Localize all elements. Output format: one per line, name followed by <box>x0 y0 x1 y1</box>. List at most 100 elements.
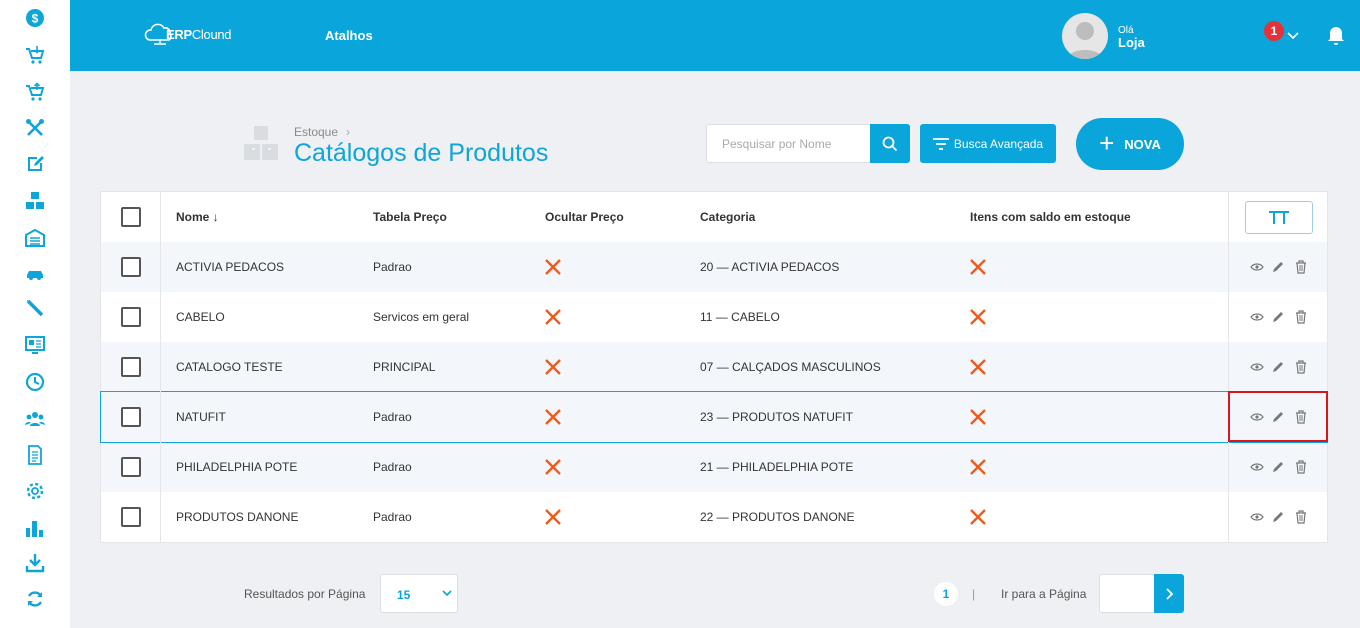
sync-icon[interactable] <box>24 588 46 610</box>
boxes-icon[interactable] <box>24 190 46 212</box>
breadcrumb-item[interactable]: Estoque <box>294 125 338 139</box>
table-header: Nome ↓ Tabela Preço Ocultar Preço Catego… <box>101 192 1327 242</box>
edit-pencil-icon[interactable] <box>1271 360 1285 374</box>
x-mark-icon <box>545 259 561 275</box>
trash-icon[interactable] <box>1294 510 1308 524</box>
header-name[interactable]: Nome ↓ <box>176 210 219 224</box>
x-mark-icon <box>970 509 986 525</box>
row-checkbox[interactable] <box>121 407 141 427</box>
edit-pencil-icon[interactable] <box>1271 260 1285 274</box>
trash-icon[interactable] <box>1294 260 1308 274</box>
page-number-current[interactable]: 1 <box>934 582 958 606</box>
bell-icon[interactable] <box>1326 24 1346 51</box>
avatar[interactable] <box>1062 13 1108 59</box>
view-icon[interactable] <box>1250 360 1264 374</box>
header-price-table[interactable]: Tabela Preço <box>373 210 447 224</box>
tools-icon[interactable] <box>24 117 46 139</box>
clock-icon[interactable] <box>24 371 46 393</box>
search-input[interactable]: Pesquisar por Nome <box>706 124 870 163</box>
edit-pencil-icon[interactable] <box>1271 510 1285 524</box>
x-mark-icon <box>970 359 986 375</box>
column-divider <box>160 192 161 542</box>
search-icon <box>882 136 898 151</box>
search-button[interactable] <box>870 124 910 163</box>
row-checkbox[interactable] <box>121 257 141 277</box>
dollar-icon[interactable]: $ <box>24 7 46 29</box>
trash-icon[interactable] <box>1294 410 1308 424</box>
bar-chart-icon[interactable] <box>24 517 46 539</box>
columns-icon <box>1269 210 1289 224</box>
cart-in-icon[interactable] <box>24 44 46 66</box>
cart-out-icon[interactable] <box>24 81 46 103</box>
download-icon[interactable] <box>24 552 46 574</box>
columns-button[interactable] <box>1245 201 1313 234</box>
cell-name: ACTIVIA PEDACOS <box>176 260 285 274</box>
goto-page-input[interactable] <box>1099 574 1155 613</box>
goto-page-button[interactable] <box>1154 574 1184 613</box>
monitor-icon[interactable] <box>24 334 46 356</box>
results-per-page-select[interactable]: 15 <box>380 574 458 613</box>
results-per-page-value: 15 <box>397 588 411 602</box>
cell-name: NATUFIT <box>176 410 226 424</box>
cell-category: 22 — PRODUTOS DANONE <box>700 510 855 524</box>
x-mark-icon <box>545 509 561 525</box>
header-hide-price[interactable]: Ocultar Preço <box>545 210 624 224</box>
view-icon[interactable] <box>1250 260 1264 274</box>
edit-pencil-icon[interactable] <box>1271 460 1285 474</box>
breadcrumb: Estoque › <box>294 125 350 139</box>
row-checkbox[interactable] <box>121 507 141 527</box>
pencil-icon[interactable] <box>24 297 46 319</box>
view-icon[interactable] <box>1250 510 1264 524</box>
table-row-selected[interactable]: NATUFIT Padrao 23 — PRODUTOS NATUFIT <box>100 391 1328 443</box>
view-icon[interactable] <box>1250 410 1264 424</box>
user-name: Loja <box>1118 35 1145 50</box>
shortcuts-menu[interactable]: Atalhos <box>325 28 373 43</box>
edit-pencil-icon[interactable] <box>1271 410 1285 424</box>
column-divider <box>1228 192 1229 542</box>
view-icon[interactable] <box>1250 460 1264 474</box>
view-icon[interactable] <box>1250 310 1264 324</box>
logo[interactable]: ERPClound <box>144 22 232 46</box>
cell-price-table: Padrao <box>373 460 412 474</box>
cell-name: CATALOGO TESTE <box>176 360 283 374</box>
cell-category: 21 — PHILADELPHIA POTE <box>700 460 854 474</box>
new-button[interactable]: + NOVA <box>1076 118 1184 170</box>
breadcrumb-separator-icon: › <box>346 125 351 139</box>
car-icon[interactable] <box>24 262 46 284</box>
edit-pencil-icon[interactable] <box>1271 310 1285 324</box>
new-button-label: NOVA <box>1124 136 1161 152</box>
chevron-down-icon[interactable] <box>1287 27 1299 45</box>
document-icon[interactable] <box>24 444 46 466</box>
table-row[interactable]: PRODUTOS DANONE Padrao 22 — PRODUTOS DAN… <box>101 492 1327 542</box>
row-checkbox[interactable] <box>121 457 141 477</box>
users-icon[interactable] <box>24 408 46 430</box>
trash-icon[interactable] <box>1294 310 1308 324</box>
logo-text-bold: ERP <box>166 26 192 42</box>
select-all-checkbox[interactable] <box>121 207 141 227</box>
goto-page-label: Ir para a Página <box>1001 587 1087 601</box>
warehouse-icon[interactable] <box>24 227 46 249</box>
cell-category: 20 — ACTIVIA PEDACOS <box>700 260 840 274</box>
top-bar: ERPClound Atalhos Olá Loja <box>70 0 1360 71</box>
row-checkbox[interactable] <box>121 357 141 377</box>
trash-icon[interactable] <box>1294 460 1308 474</box>
catalog-icon <box>244 126 280 167</box>
x-mark-icon <box>970 309 986 325</box>
table-row[interactable]: CABELO Servicos em geral 11 — CABELO <box>101 292 1327 342</box>
x-mark-icon <box>970 459 986 475</box>
table-row[interactable]: CATALOGO TESTE PRINCIPAL 07 — CALÇADOS M… <box>101 342 1327 392</box>
edit-icon[interactable] <box>24 153 46 175</box>
advanced-search-label: Busca Avançada <box>953 136 1044 151</box>
logo-text: Clound <box>191 26 232 42</box>
results-per-page-label: Resultados por Página <box>244 587 366 601</box>
advanced-search-button[interactable]: Busca Avançada <box>920 124 1056 163</box>
cell-category: 11 — CABELO <box>700 310 780 324</box>
header-items-stock[interactable]: Itens com saldo em estoque <box>970 210 1131 224</box>
header-category[interactable]: Categoria <box>700 210 755 224</box>
row-checkbox[interactable] <box>121 307 141 327</box>
x-mark-icon <box>545 309 561 325</box>
gear-icon[interactable] <box>24 480 46 502</box>
table-row[interactable]: ACTIVIA PEDACOS Padrao 20 — ACTIVIA PEDA… <box>101 242 1327 292</box>
trash-icon[interactable] <box>1294 360 1308 374</box>
table-row[interactable]: PHILADELPHIA POTE Padrao 21 — PHILADELPH… <box>101 442 1327 492</box>
